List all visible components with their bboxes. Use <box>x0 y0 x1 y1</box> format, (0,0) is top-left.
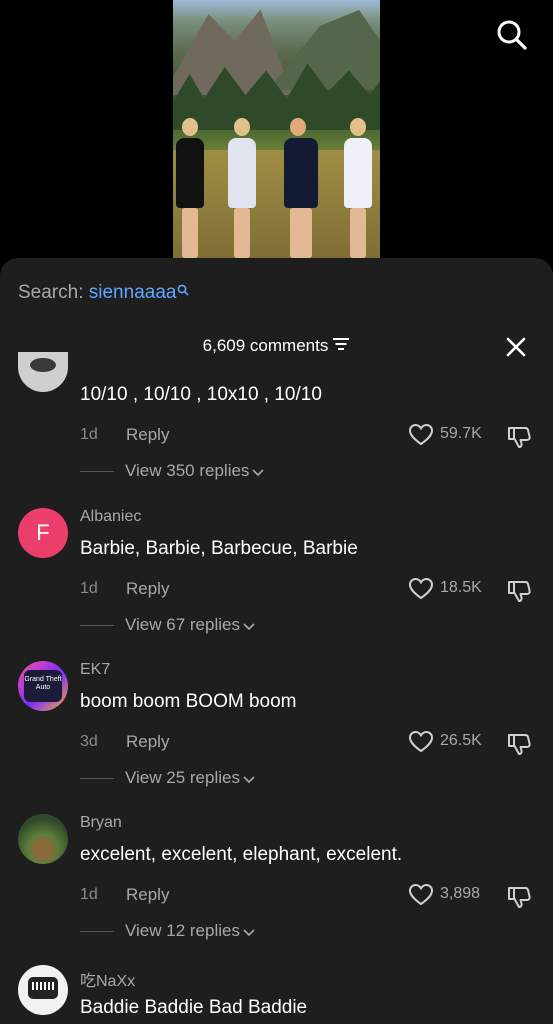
like-button[interactable]: 3,898 <box>408 883 498 907</box>
comment-item: 10/10 , 10/10 , 10x10 , 10/10 1d Reply 5… <box>0 352 553 515</box>
comment-time: 1d <box>80 886 98 903</box>
like-count: 3,898 <box>440 885 481 902</box>
comment-time: 1d <box>80 580 98 597</box>
view-replies-button[interactable]: View 25 replies <box>125 768 255 789</box>
view-replies-button[interactable]: View 350 replies <box>125 461 265 482</box>
heart-icon <box>408 883 434 906</box>
filter-icon[interactable] <box>332 336 350 357</box>
view-replies-label: View 25 replies <box>125 768 240 787</box>
avatar[interactable]: Grand Theft Auto <box>18 661 68 711</box>
replies-divider <box>80 471 114 472</box>
video-area[interactable] <box>0 0 553 270</box>
comment-item: F Albaniec Barbie, Barbie, Barbecue, Bar… <box>0 504 553 657</box>
heart-icon <box>408 730 434 753</box>
comments-header: 6,609 comments <box>0 336 553 357</box>
search-query-link[interactable]: siennaaaa <box>89 282 177 303</box>
like-count: 26.5K <box>440 732 482 749</box>
replies-divider <box>80 625 114 626</box>
search-suggestion[interactable]: Search: siennaaaa <box>18 282 189 304</box>
chevron-down-icon <box>243 616 255 636</box>
avatar-letter: F <box>36 520 50 545</box>
comment-text: Baddie Baddie Bad Baddie <box>80 997 308 1018</box>
comment-text: 10/10 , 10/10 , 10x10 , 10/10 <box>80 384 322 405</box>
comment-username[interactable]: Bryan <box>80 814 122 832</box>
comment-text: excelent, excelent, elephant, excelent. <box>80 844 403 865</box>
close-icon[interactable] <box>505 336 527 358</box>
dislike-icon[interactable] <box>506 731 532 757</box>
comment-time: 1d <box>80 426 98 443</box>
replies-divider <box>80 931 114 932</box>
avatar[interactable]: F <box>18 508 68 558</box>
heart-icon <box>408 423 434 446</box>
comments-panel: Search: siennaaaa 6,609 comments 10/10 ,… <box>0 258 553 1024</box>
comment-username[interactable]: Albaniec <box>80 508 141 526</box>
chevron-down-icon <box>243 922 255 942</box>
like-button[interactable]: 26.5K <box>408 730 498 754</box>
person-figure <box>225 118 259 258</box>
reply-button[interactable]: Reply <box>126 425 169 445</box>
view-replies-label: View 67 replies <box>125 615 240 634</box>
like-button[interactable]: 18.5K <box>408 577 498 601</box>
video-thumbnail[interactable] <box>173 0 380 262</box>
comment-username[interactable]: EK7 <box>80 661 110 679</box>
comment-item: Grand Theft Auto EK7 boom boom BOOM boom… <box>0 657 553 810</box>
person-figure <box>341 118 375 258</box>
mountain-shape <box>268 10 380 90</box>
comment-time: 3d <box>80 733 98 750</box>
comment-item: Bryan excelent, excelent, elephant, exce… <box>0 810 553 963</box>
dislike-icon[interactable] <box>506 424 532 450</box>
avatar[interactable] <box>18 352 68 392</box>
view-replies-button[interactable]: View 67 replies <box>125 615 255 636</box>
avatar[interactable] <box>18 965 68 1015</box>
reply-button[interactable]: Reply <box>126 885 169 905</box>
reply-button[interactable]: Reply <box>126 732 169 752</box>
reply-button[interactable]: Reply <box>126 579 169 599</box>
comment-text: boom boom BOOM boom <box>80 691 297 712</box>
search-mini-icon <box>177 282 189 304</box>
view-replies-label: View 12 replies <box>125 921 240 940</box>
view-replies-button[interactable]: View 12 replies <box>125 921 255 942</box>
heart-icon <box>408 577 434 600</box>
view-replies-label: View 350 replies <box>125 461 250 480</box>
person-figure <box>281 118 321 258</box>
avatar-logo-text: Grand Theft Auto <box>24 670 62 702</box>
comment-username[interactable]: 吃NaXx <box>80 967 135 991</box>
search-icon[interactable] <box>495 18 529 52</box>
avatar[interactable] <box>18 814 68 864</box>
like-count: 59.7K <box>440 425 482 442</box>
comment-text: Barbie, Barbie, Barbecue, Barbie <box>80 538 358 559</box>
chevron-down-icon <box>252 462 265 482</box>
comments-count: 6,609 comments <box>202 336 329 355</box>
dislike-icon[interactable] <box>506 884 532 910</box>
like-count: 18.5K <box>440 579 482 596</box>
like-button[interactable]: 59.7K <box>408 423 498 447</box>
replies-divider <box>80 778 114 779</box>
comment-item: 吃NaXx Baddie Baddie Bad Baddie <box>0 963 553 1024</box>
chevron-down-icon <box>243 769 255 789</box>
person-figure <box>173 118 207 258</box>
search-label: Search: <box>18 282 84 303</box>
dislike-icon[interactable] <box>506 578 532 604</box>
